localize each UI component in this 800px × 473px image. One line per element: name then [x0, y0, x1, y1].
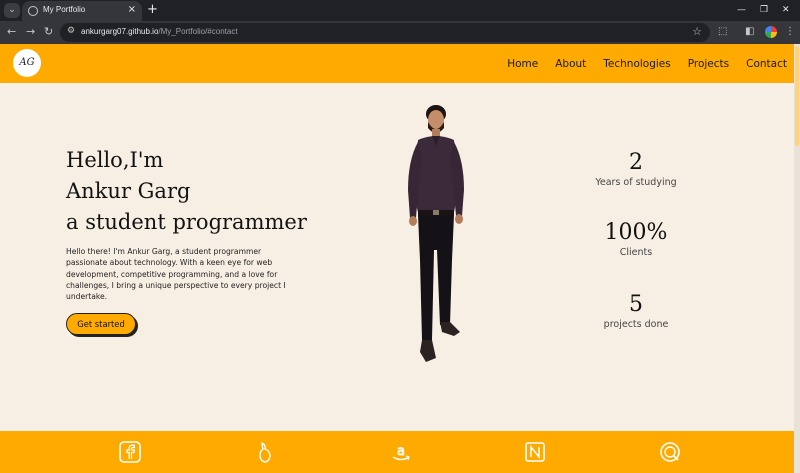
codechef-icon[interactable]: [254, 441, 276, 463]
browser-tab[interactable]: My Portfolio ×: [22, 1, 142, 21]
page-scrollbar[interactable]: [794, 44, 800, 473]
close-icon[interactable]: ×: [128, 4, 136, 16]
site-logo[interactable]: AG: [13, 49, 41, 77]
globe-icon: [28, 6, 38, 16]
browser-tabstrip: ⌄ My Portfolio × + — ❐ ✕: [0, 0, 800, 21]
nav-links: Home About Technologies Projects Contact: [507, 44, 787, 83]
stat-value: 5: [629, 292, 643, 317]
nav-link-about[interactable]: About: [555, 58, 586, 70]
browser-toolbar: ← → ↻ ⚙ ankurgarg07.github.io/My_Portfol…: [0, 21, 800, 44]
forward-icon[interactable]: →: [26, 25, 35, 39]
hero-title: Hello,I'm Ankur Garg a student programme…: [66, 145, 307, 238]
leetcode-icon[interactable]: [659, 441, 681, 463]
address-bar[interactable]: ⚙ ankurgarg07.github.io/My_Portfolio/#co…: [60, 23, 710, 42]
stat-value: 100%: [604, 220, 668, 245]
hero-description: Hello there! I'm Ankur Garg, a student p…: [66, 247, 286, 302]
url-text: ankurgarg07.github.io/My_Portfolio/#cont…: [81, 27, 238, 36]
menu-icon[interactable]: ⋮: [785, 25, 795, 39]
site-info-icon[interactable]: ⚙: [67, 26, 75, 36]
minimize-icon[interactable]: —: [737, 3, 746, 17]
side-panel-icon[interactable]: ◧: [745, 25, 754, 39]
stat-label: projects done: [603, 319, 669, 330]
footer: a: [0, 431, 794, 473]
profile-avatar[interactable]: [765, 26, 777, 38]
bookmark-star-icon[interactable]: ☆: [692, 25, 702, 38]
restore-icon[interactable]: ❐: [760, 3, 768, 17]
amazon-icon[interactable]: a: [390, 441, 412, 463]
back-icon[interactable]: ←: [7, 25, 16, 39]
hero-title-line: Hello,I'm: [66, 148, 164, 172]
facebook-icon[interactable]: [119, 441, 141, 463]
stat-label: Clients: [619, 247, 653, 258]
hero-title-line: a student programmer: [66, 210, 307, 234]
reload-icon[interactable]: ↻: [44, 25, 53, 39]
extensions-icon[interactable]: ⬚: [718, 25, 727, 39]
profile-photo: [408, 105, 464, 362]
nav-link-technologies[interactable]: Technologies: [603, 58, 670, 70]
nav-link-projects[interactable]: Projects: [688, 58, 729, 70]
window-close-icon[interactable]: ✕: [782, 3, 790, 17]
get-started-button[interactable]: Get started: [66, 313, 136, 335]
nav-link-contact[interactable]: Contact: [746, 58, 787, 70]
stat-label: Years of studying: [595, 177, 677, 188]
url-host: ankurgarg07.github.io: [81, 27, 159, 36]
stat-projects: 5 projects done: [583, 292, 689, 332]
tab-search-icon[interactable]: ⌄: [4, 3, 20, 18]
stat-clients: 100% Clients: [583, 220, 689, 260]
notion-icon[interactable]: [524, 441, 546, 463]
stat-value: 2: [629, 150, 643, 175]
url-path: /My_Portfolio/#contact: [158, 27, 238, 36]
tab-title: My Portfolio: [43, 5, 86, 14]
hero-title-line: Ankur Garg: [66, 179, 191, 203]
site-header: AG Home About Technologies Projects Cont…: [0, 44, 794, 83]
scrollbar-thumb[interactable]: [795, 46, 799, 146]
nav-link-home[interactable]: Home: [507, 58, 538, 70]
new-tab-icon[interactable]: +: [147, 2, 158, 18]
svg-text:a: a: [397, 444, 405, 459]
stat-years: 2 Years of studying: [583, 150, 689, 190]
